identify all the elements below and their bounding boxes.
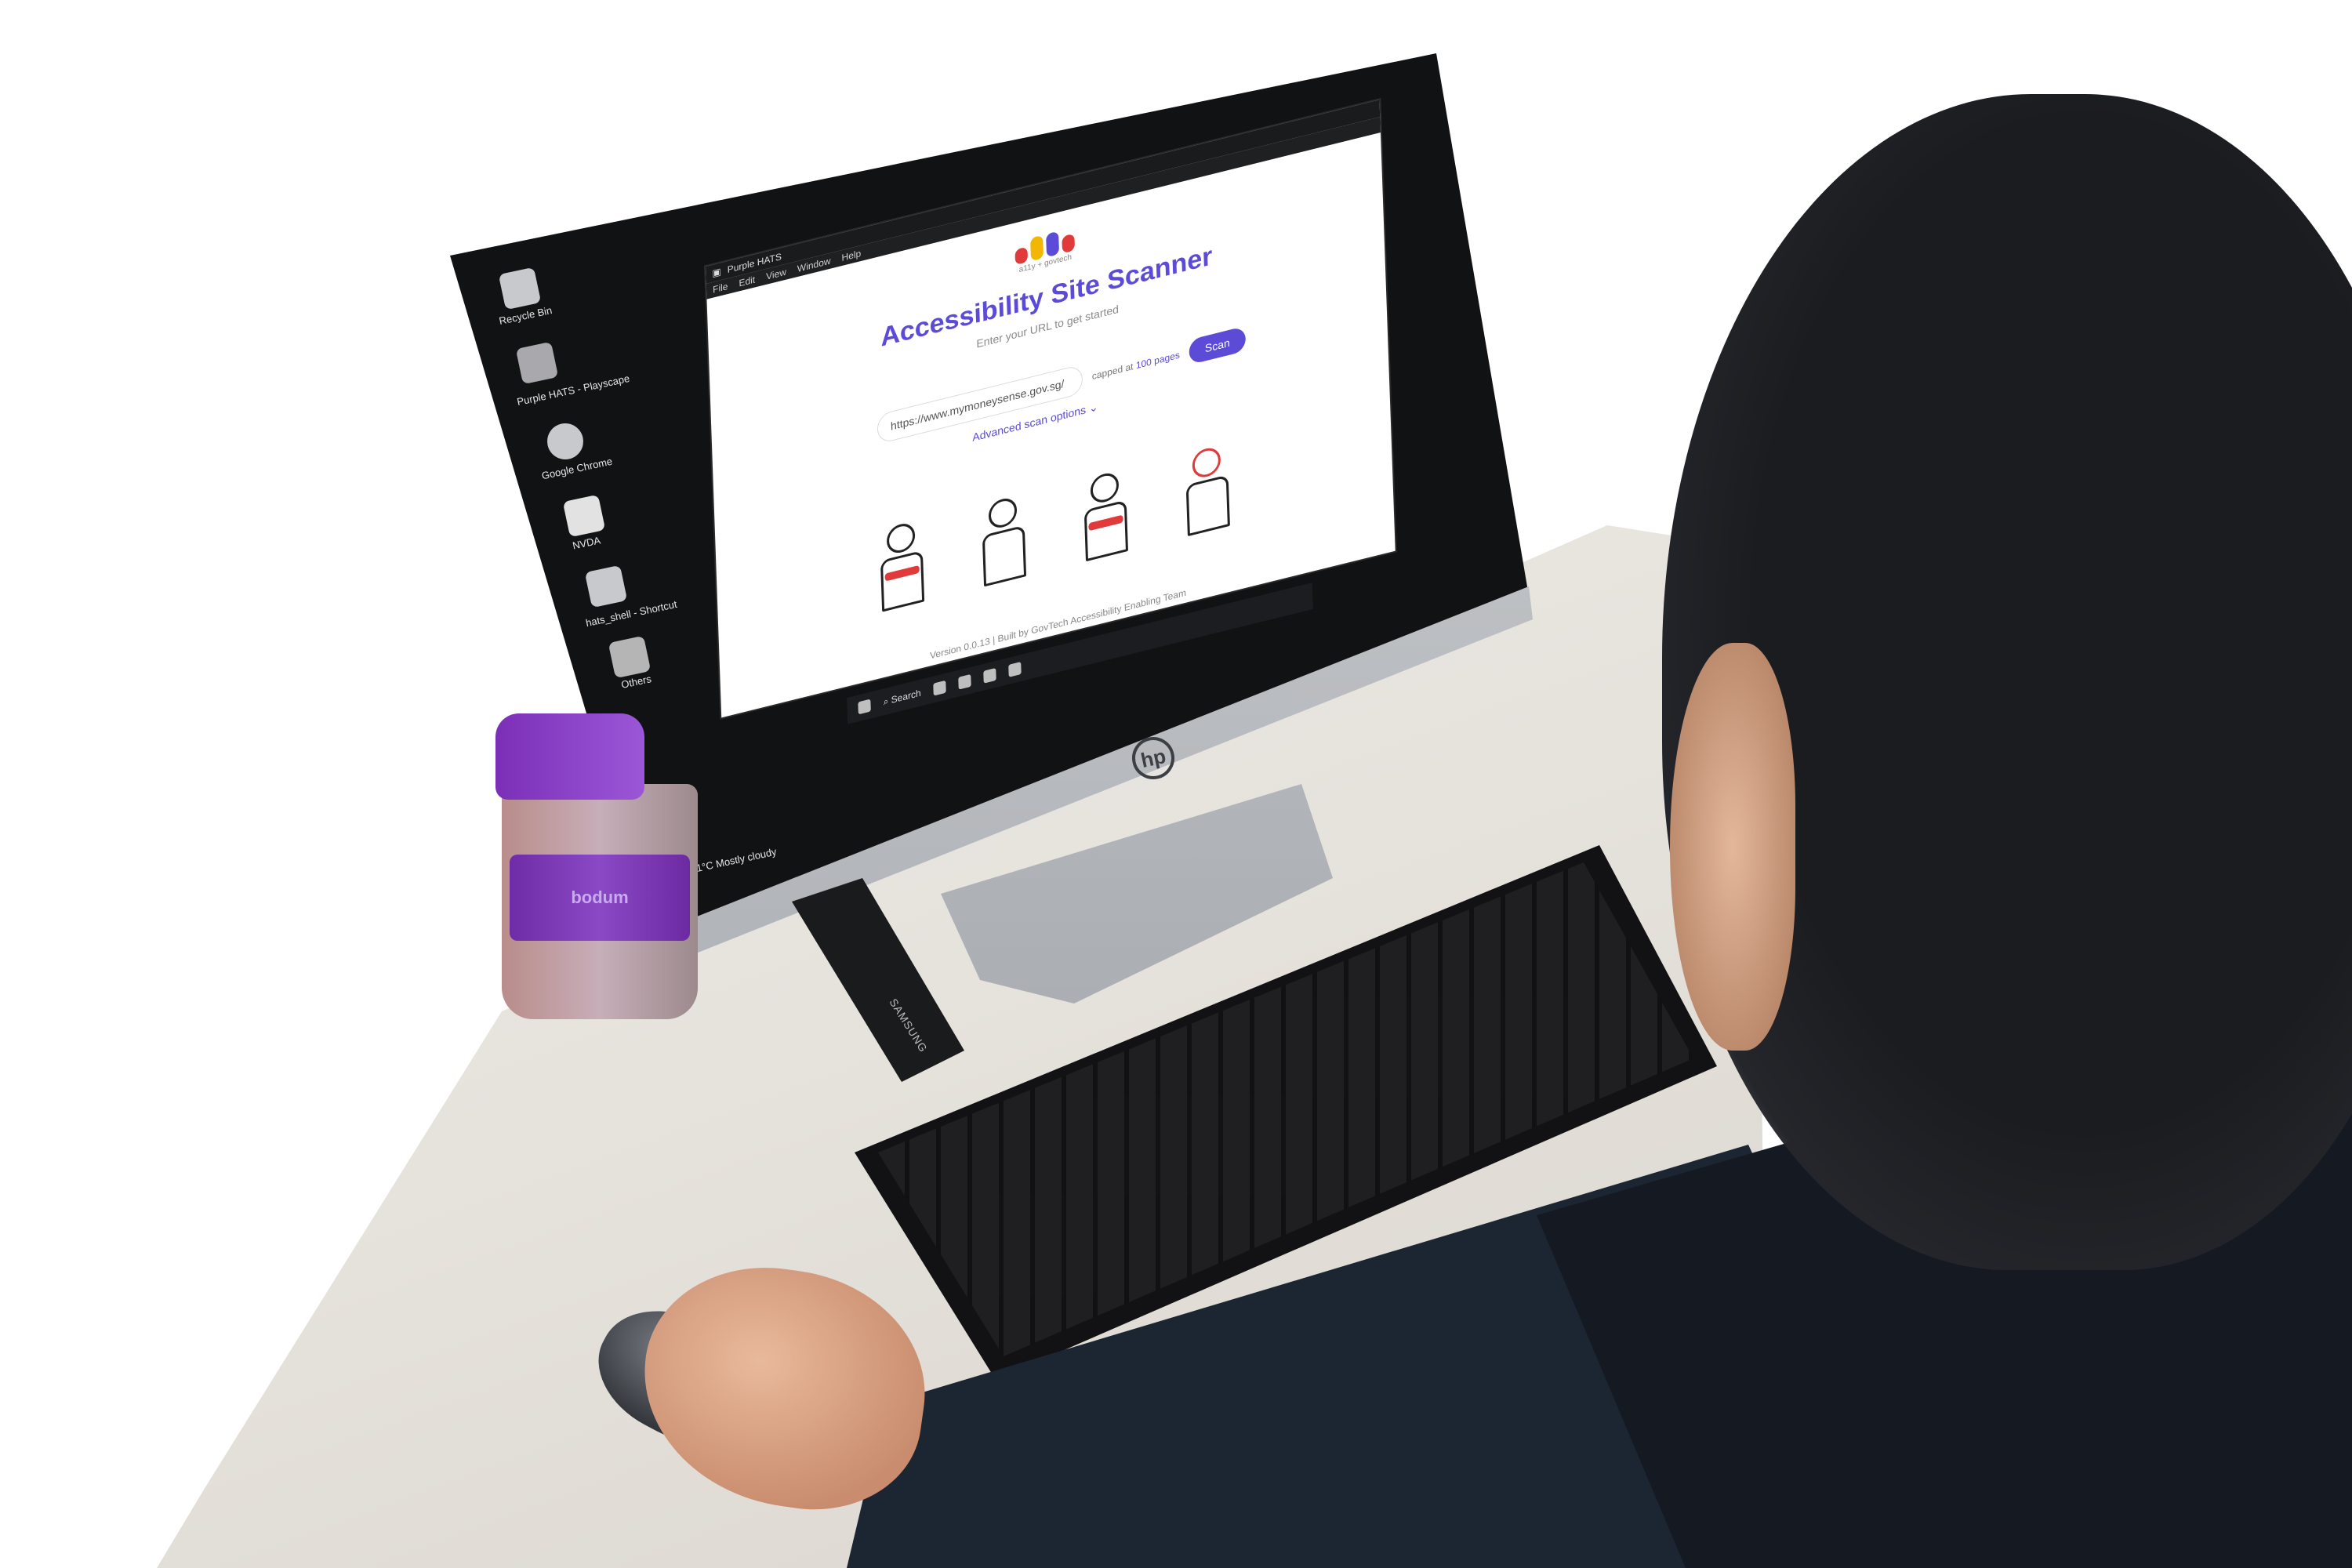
illustration-person-3	[1073, 466, 1138, 575]
illustration-person-4	[1174, 441, 1240, 550]
explorer-icon[interactable]	[958, 673, 971, 690]
mug-band: bodum	[510, 855, 690, 941]
browser-icon[interactable]	[983, 667, 996, 684]
mug-lid	[495, 713, 644, 800]
taskview-icon[interactable]	[933, 680, 946, 696]
app-icon: ▣	[712, 266, 721, 279]
menu-help[interactable]: Help	[841, 248, 861, 263]
nvda-icon[interactable]	[562, 494, 606, 538]
store-icon[interactable]	[1008, 661, 1022, 677]
logo-bar-1	[1014, 246, 1029, 266]
logo-bar-4	[1062, 233, 1076, 254]
chevron-down-icon: ⌄	[1088, 400, 1098, 416]
illustration-person-1	[869, 517, 935, 626]
search-icon: ⌕	[883, 695, 889, 707]
recycle-bin-icon[interactable]	[498, 267, 542, 310]
page-cap[interactable]: capped at 100 pages	[1092, 350, 1181, 383]
illustration-people	[848, 412, 1260, 630]
scan-button[interactable]: Scan	[1189, 325, 1247, 365]
folder-icon[interactable]	[608, 635, 652, 679]
shortcut-icon[interactable]	[584, 564, 628, 608]
page-cap-value: 100 pages	[1135, 349, 1181, 372]
photo-scene: hp Recycle Bin Purple HATS - Playscape G…	[0, 0, 2352, 1568]
page-cap-prefix: capped at	[1091, 361, 1134, 383]
person-ear	[1670, 643, 1795, 1051]
purple-hats-icon[interactable]	[515, 341, 559, 385]
menu-view[interactable]: View	[766, 267, 786, 282]
taskbar-search[interactable]: ⌕ Search	[883, 687, 921, 708]
scan-row: capped at 100 pages Scan	[877, 323, 1247, 445]
logo-bar-3	[1046, 230, 1060, 258]
logo-bar-2	[1030, 234, 1044, 262]
menu-edit[interactable]: Edit	[739, 274, 755, 289]
menu-file[interactable]: File	[713, 281, 728, 296]
taskbar-search-label: Search	[891, 687, 921, 706]
start-icon[interactable]	[858, 699, 871, 715]
illustration-person-2	[971, 492, 1036, 601]
